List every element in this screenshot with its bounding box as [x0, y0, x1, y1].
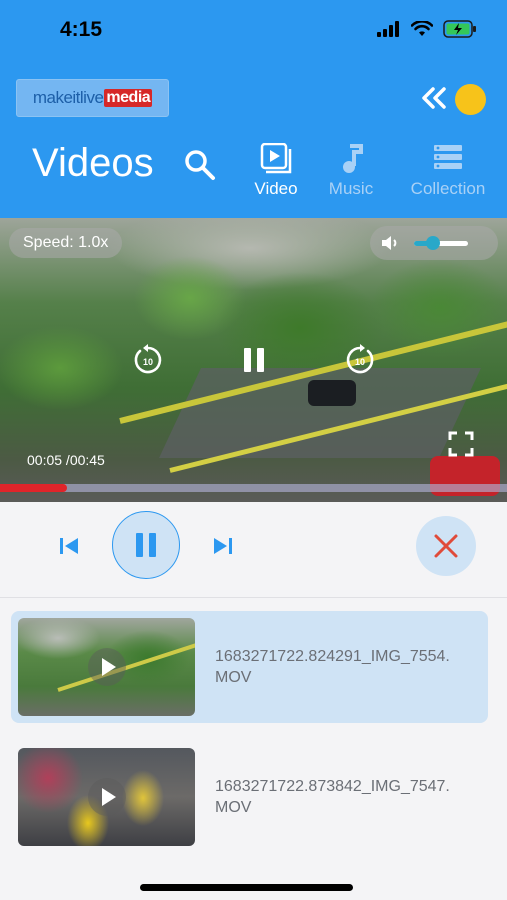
list-item[interactable]: 1683271722.824291_IMG_7554.MOV	[11, 611, 488, 723]
collection-stack-icon	[434, 145, 462, 169]
list-item[interactable]: 1683271722.873842_IMG_7547.MOV	[11, 741, 488, 853]
thumbnail-railing	[57, 638, 195, 692]
video-thumbnail[interactable]	[18, 618, 195, 716]
video-title: 1683271722.824291_IMG_7554.MOV	[215, 648, 450, 686]
battery-charging-icon	[443, 20, 476, 38]
tab-video[interactable]: Video	[250, 143, 302, 199]
playback-time: 00:05 /00:45	[27, 452, 105, 468]
rewind-10-icon[interactable]: 10	[130, 342, 166, 378]
close-player-button[interactable]	[416, 516, 476, 576]
volume-slider[interactable]	[414, 236, 468, 250]
volume-control[interactable]	[370, 226, 498, 260]
forward-10-icon[interactable]: 10	[342, 342, 378, 378]
tab-music-label: Music	[328, 179, 374, 198]
page-title: Videos	[32, 141, 154, 185]
cellular-signal-icon	[377, 21, 399, 37]
video-frame-car	[308, 380, 356, 406]
pause-icon	[135, 532, 156, 557]
play-icon[interactable]	[88, 648, 126, 686]
tab-collection-label: Collection	[410, 179, 486, 198]
pause-icon[interactable]	[236, 342, 272, 378]
play-icon[interactable]	[88, 778, 126, 816]
svg-text:10: 10	[143, 357, 153, 367]
wifi-icon	[411, 21, 433, 36]
tab-collection[interactable]: Collection	[402, 143, 494, 199]
search-icon[interactable]	[184, 149, 216, 181]
avatar[interactable]	[455, 84, 486, 115]
playback-speed-button[interactable]: Speed: 1.0x	[9, 228, 123, 258]
skip-next-icon[interactable]	[210, 534, 236, 558]
app-header: 4:15 makeitlive media Videos Video Music…	[0, 0, 507, 218]
logo-text-primary: makeitlive	[32, 88, 104, 107]
video-thumbnail[interactable]	[18, 748, 195, 846]
seek-bar[interactable]	[0, 484, 507, 492]
logo-text-badge: media	[104, 89, 153, 107]
tab-music[interactable]: Music	[322, 143, 380, 199]
mini-player-controls	[0, 502, 507, 598]
svg-text:10: 10	[355, 357, 365, 367]
seek-bar-progress	[0, 484, 68, 492]
status-time: 4:15	[60, 18, 103, 41]
video-title: 1683271722.873842_IMG_7547.MOV	[215, 778, 450, 816]
speaker-icon[interactable]	[380, 234, 400, 252]
video-player[interactable]: Speed: 1.0x 10 10 00:05 /00:45	[0, 218, 507, 502]
skip-previous-icon[interactable]	[56, 534, 82, 558]
music-note-icon	[343, 144, 363, 173]
status-icons	[377, 20, 477, 38]
fullscreen-icon[interactable]	[448, 431, 474, 457]
status-bar: 4:15	[0, 0, 507, 60]
home-indicator[interactable]	[140, 884, 353, 891]
video-play-icon	[260, 143, 292, 174]
play-pause-button[interactable]	[112, 511, 180, 579]
double-chevron-left-icon[interactable]	[420, 86, 448, 110]
tab-video-label: Video	[254, 179, 298, 198]
close-x-icon	[434, 534, 458, 558]
volume-slider-thumb[interactable]	[425, 236, 440, 250]
brand-logo[interactable]: makeitlive media	[16, 79, 169, 117]
